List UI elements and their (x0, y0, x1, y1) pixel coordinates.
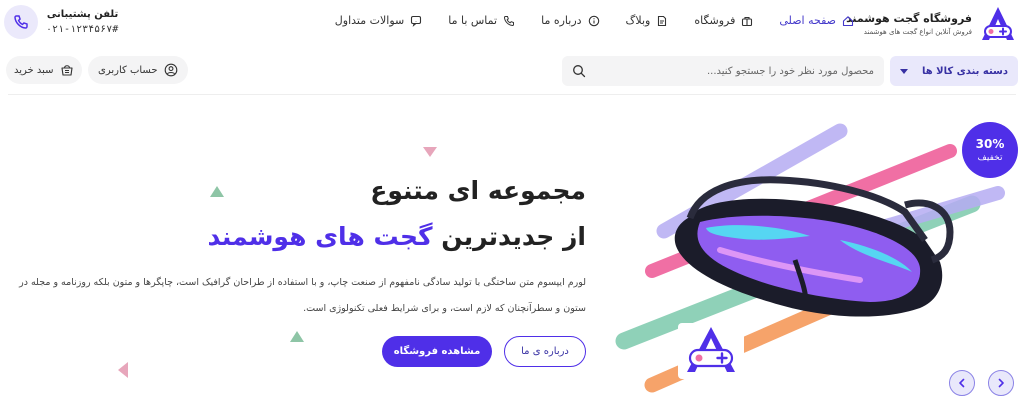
nav-item-faq[interactable]: سوالات متداول (335, 14, 422, 27)
support-phone-icon (4, 5, 38, 39)
hero-title-line-1: مجموعه ای متنوع (370, 176, 586, 205)
category-dropdown-label: دسته بندی کالا ها (921, 65, 1008, 77)
nav-item-blog[interactable]: وبلاگ (626, 14, 669, 27)
brand-name: فروشگاه گجت هوشمند (846, 12, 972, 25)
search-icon[interactable] (572, 64, 586, 78)
brand-tagline: فروش آنلاین انواع گجت های هوشمند (863, 28, 972, 36)
vr-headset-image (674, 176, 954, 379)
triangle-pink-bottom (118, 362, 128, 378)
support-contact[interactable]: تلفن پشتیبانی ۰۲۱-۱۲۳۴۵۶۷# (4, 5, 118, 39)
chevron-left-icon (959, 378, 965, 388)
cart-button-label: سبد خرید (14, 64, 54, 76)
discount-label: تخفیف (977, 153, 1003, 163)
triangle-pink-top (423, 147, 437, 157)
account-button[interactable]: حساب کاربری (88, 56, 188, 84)
view-shop-button[interactable]: مشاهده فروشگاه (382, 336, 492, 367)
blog-icon (658, 15, 667, 26)
support-phone: ۰۲۱-۱۲۳۴۵۶۷# (46, 24, 119, 35)
triangle-green-bottom (290, 331, 304, 342)
discount-badge: 30% تخفیف (962, 122, 1018, 178)
nav-item-label: تماس با ما (448, 14, 498, 27)
support-title: تلفن پشتیبانی (46, 9, 119, 20)
chevron-right-icon (998, 378, 1004, 388)
nav-item-label: وبلاگ (625, 14, 651, 27)
faq-icon (411, 15, 422, 27)
search-bar (562, 56, 884, 86)
main-nav: صفحه اصلی فروشگاه وبلاگ درباره ما تماس ب… (335, 14, 854, 27)
home-icon (842, 15, 854, 26)
hero-title-accent: گجت های هوشمند (207, 222, 433, 251)
nav-item-home[interactable]: صفحه اصلی (779, 14, 854, 27)
user-icon (164, 63, 177, 77)
cart-button[interactable]: سبد خرید (6, 56, 82, 84)
nav-item-label: صفحه اصلی (779, 14, 836, 27)
nav-item-label: سوالات متداول (334, 14, 405, 27)
account-button-label: حساب کاربری (98, 64, 158, 76)
shop-icon (742, 16, 753, 26)
cart-icon (61, 65, 73, 76)
hero-description: لورم ایپسوم متن ساختگی با تولید سادگی نا… (19, 277, 586, 314)
slider-prev-button[interactable] (949, 370, 975, 396)
hero-title-line-2: از جدیدترین گجت های هوشمند (207, 222, 586, 251)
nav-item-label: فروشگاه (694, 14, 736, 27)
search-input[interactable] (586, 65, 874, 77)
nav-item-shop[interactable]: فروشگاه (694, 14, 753, 27)
site-header: فروشگاه گجت هوشمند فروش آنلاین انواع گجت… (0, 0, 1024, 48)
brand-logo-icon (982, 7, 1014, 40)
triangle-green-left (210, 186, 224, 197)
hero-title-prefix: از جدیدترین (441, 222, 586, 251)
info-icon (588, 15, 599, 26)
discount-percent: 30% (975, 137, 1005, 151)
nav-item-contact[interactable]: تماس با ما (448, 14, 515, 27)
category-dropdown[interactable]: دسته بندی کالا ها (890, 56, 1018, 86)
chevron-down-icon (900, 68, 908, 74)
nav-item-about[interactable]: درباره ما (541, 14, 599, 27)
about-us-button[interactable]: درباره ی ما (504, 336, 586, 367)
phone-icon (504, 15, 515, 26)
brand[interactable]: فروشگاه گجت هوشمند فروش آنلاین انواع گجت… (846, 4, 1018, 44)
slider-next-button[interactable] (988, 370, 1014, 396)
nav-item-label: درباره ما (541, 14, 582, 27)
